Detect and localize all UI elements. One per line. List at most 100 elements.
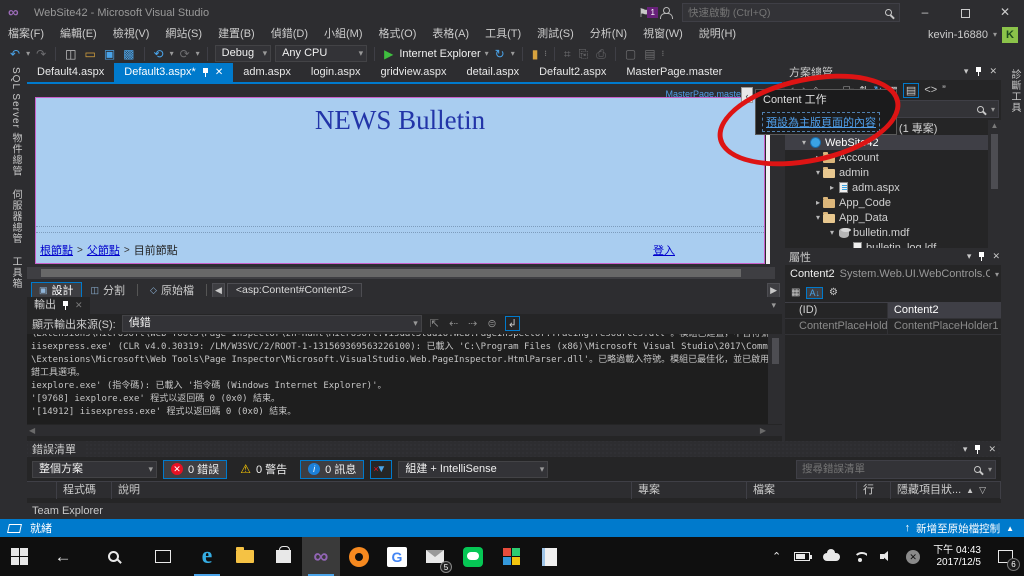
properties-title-bar[interactable]: 屬性 ▾ ✕: [785, 248, 1004, 265]
line-app-icon[interactable]: [454, 537, 492, 576]
battery-icon[interactable]: [794, 552, 813, 561]
property-pages-icon[interactable]: ⚙: [829, 287, 838, 298]
scrollbar-thumb[interactable]: [41, 269, 741, 277]
platform-dropdown[interactable]: Any CPU: [275, 45, 368, 62]
menu-tools[interactable]: 工具(T): [477, 25, 529, 44]
login-link[interactable]: 登入: [653, 242, 675, 258]
team-explorer-tab[interactable]: Team Explorer: [27, 503, 1001, 519]
output-console[interactable]: \Extensions\Microsoft\Web Tools\Page Ins…: [27, 334, 768, 424]
task-view-icon[interactable]: [138, 537, 188, 576]
visual-studio-taskbar-icon[interactable]: ∞: [302, 537, 340, 576]
back-button[interactable]: ←: [38, 537, 88, 576]
output-overflow-icon[interactable]: ▾: [771, 300, 782, 311]
pin-icon[interactable]: [202, 68, 209, 77]
navigate-forward-icon[interactable]: ↷: [34, 47, 48, 61]
store-icon[interactable]: [264, 537, 302, 576]
speaker-icon[interactable]: [880, 551, 893, 562]
breadcrumb-root-link[interactable]: 根節點: [40, 242, 73, 258]
open-file-icon[interactable]: ▭: [82, 47, 97, 61]
clear-filter-icon[interactable]: ▼: [370, 459, 393, 479]
tray-x-icon[interactable]: ✕: [906, 549, 921, 564]
expanded-arrow-icon[interactable]: ▾: [827, 228, 837, 237]
error-list-search[interactable]: ▾: [796, 459, 996, 479]
start-debugging-button[interactable]: ▶ Internet Explorer ▾: [382, 47, 489, 61]
solution-explorer-title-bar[interactable]: 方案總管 ▾ ✕: [785, 63, 1001, 80]
tab-login[interactable]: login.aspx: [301, 63, 371, 82]
menu-analyze[interactable]: 分析(N): [582, 25, 635, 44]
output-source-dropdown[interactable]: 偵錯: [121, 315, 422, 332]
close-tab-icon[interactable]: ✕: [215, 63, 223, 82]
tab-adm[interactable]: adm.aspx: [233, 63, 301, 82]
sidebar-tab-toolbox[interactable]: 工具箱: [8, 256, 23, 289]
tab-default2[interactable]: Default2.aspx: [529, 63, 616, 82]
filter-icon[interactable]: ▽: [979, 482, 986, 499]
menu-view[interactable]: 檢視(V): [105, 25, 158, 44]
tag-nav-right-icon[interactable]: ▶: [767, 282, 780, 298]
source-view-button[interactable]: ◇ 原始檔: [143, 282, 201, 298]
scrollbar-thumb[interactable]: [772, 338, 779, 364]
refresh-icon[interactable]: ↻: [493, 47, 507, 61]
hidden-icons-chevron[interactable]: ⌃: [772, 550, 781, 563]
tab-default3-active[interactable]: Default3.aspx* ✕: [114, 63, 234, 82]
menu-file[interactable]: 檔案(F): [0, 25, 52, 44]
notifications-flag-icon[interactable]: ⚑ 1: [638, 6, 659, 20]
properties-object-selector[interactable]: Content2 System.Web.UI.WebControls.Conte…: [785, 265, 1004, 283]
menu-help[interactable]: 說明(H): [691, 25, 744, 44]
designer-horizontal-scrollbar[interactable]: [27, 267, 775, 279]
tree-row-app-data[interactable]: ▾ App_Data: [785, 210, 1001, 225]
se-code-view-icon[interactable]: <>: [924, 84, 937, 96]
col-file[interactable]: 檔案: [747, 481, 857, 499]
col-code[interactable]: 程式碼: [57, 481, 112, 499]
menu-build[interactable]: 建置(B): [210, 25, 263, 44]
mail-icon[interactable]: 5: [416, 537, 454, 576]
restore-button[interactable]: [950, 2, 980, 23]
build-intellisense-dropdown[interactable]: 組建 + IntelliSense: [398, 460, 549, 478]
output-horizontal-scrollbar[interactable]: ◀ ▶: [27, 425, 782, 436]
taskbar-clock[interactable]: 下午 04:43 2017/12/5: [933, 545, 981, 569]
tree-row-app-code[interactable]: ▸ App_Code: [785, 195, 1001, 210]
col-line[interactable]: 行: [857, 481, 891, 499]
se-properties-icon[interactable]: ▤: [902, 82, 920, 98]
panel-dropdown-icon[interactable]: ▾: [967, 251, 972, 262]
file-explorer-icon[interactable]: [226, 537, 264, 576]
source-control-caret-icon[interactable]: ▲: [1006, 524, 1014, 533]
expanded-arrow-icon[interactable]: ▾: [799, 138, 809, 147]
tag-navigator[interactable]: <asp:Content#Content2>: [226, 282, 363, 298]
navigate-back-icon[interactable]: ↶: [8, 47, 22, 61]
add-to-source-control[interactable]: ↑ 新增至原始檔控制 ▲: [905, 521, 1024, 536]
collapsed-arrow-icon[interactable]: ▸: [813, 198, 823, 207]
sidebar-tab-server-explorer[interactable]: 伺服器總管: [8, 189, 23, 244]
panel-dropdown-icon[interactable]: ▾: [963, 444, 968, 455]
se-overflow-icon[interactable]: ”: [942, 84, 946, 96]
expanded-arrow-icon[interactable]: ▾: [813, 213, 823, 222]
tab-detail[interactable]: detail.aspx: [457, 63, 530, 82]
sidebar-tab-sql-server-object-explorer[interactable]: SQL Server 物件總管: [8, 67, 23, 177]
scroll-up-icon[interactable]: ▲: [991, 121, 999, 130]
scope-dropdown[interactable]: 整個方案: [32, 460, 157, 478]
collapsed-arrow-icon[interactable]: ▸: [827, 183, 837, 192]
feedback-person-icon[interactable]: [659, 6, 673, 19]
menu-format[interactable]: 格式(O): [371, 25, 425, 44]
colorful-grid-app-icon[interactable]: [492, 537, 530, 576]
col-project[interactable]: 專案: [632, 481, 747, 499]
output-tab[interactable]: 輸出 ✕: [27, 297, 90, 314]
action-center-icon[interactable]: 6: [994, 545, 1020, 571]
configuration-dropdown[interactable]: Debug: [214, 45, 272, 62]
menu-debug[interactable]: 偵錯(D): [263, 25, 316, 44]
expanded-arrow-icon[interactable]: ▾: [813, 168, 823, 177]
warnings-toggle[interactable]: ⚠ 0 警告: [233, 460, 294, 479]
sidebar-tab-diagnostic-tools[interactable]: 診斷工具: [1007, 69, 1022, 113]
errors-toggle[interactable]: ✕ 0 錯誤: [163, 459, 228, 479]
design-view-button[interactable]: ▣ 設計: [31, 282, 82, 298]
solution-explorer-scrollbar[interactable]: ▲ ▼: [988, 120, 1001, 268]
signed-in-user[interactable]: kevin-16880: [928, 29, 988, 41]
search-caret-icon[interactable]: ▾: [991, 105, 995, 114]
tree-row-account[interactable]: ▸ Account: [785, 150, 1001, 165]
quick-launch-search[interactable]: [682, 3, 900, 22]
taskbar-search-icon[interactable]: [88, 537, 138, 576]
browser-caret-icon[interactable]: ▾: [485, 49, 489, 58]
tree-row-website42[interactable]: ▾ WebSite42: [785, 135, 1001, 150]
panel-dropdown-icon[interactable]: ▾: [964, 66, 969, 77]
tag-nav-left-icon[interactable]: ◀: [211, 282, 225, 298]
col-icon[interactable]: [27, 481, 57, 499]
